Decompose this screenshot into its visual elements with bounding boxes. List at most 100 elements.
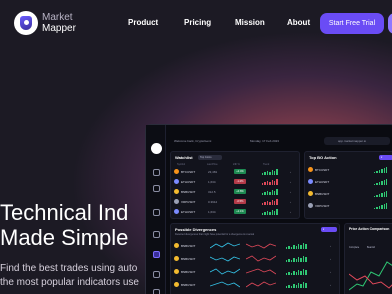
change-badge: +2.4%	[234, 169, 246, 174]
ticker-symbol: BTCUSDT	[315, 168, 330, 172]
divergence-sparkline	[246, 281, 276, 288]
nav-about[interactable]: About	[287, 18, 310, 27]
mini-bar-chart	[374, 167, 388, 173]
last-price: 1,634	[208, 180, 216, 184]
change-badge: +1.1%	[234, 209, 246, 214]
top-bo-row[interactable]: ETHUSDT	[308, 178, 392, 186]
divergence-sparkline	[210, 281, 240, 288]
coin-icon	[174, 179, 179, 184]
col-change-header: 24h %	[233, 163, 240, 166]
coin-icon	[174, 209, 179, 214]
coin-icon	[174, 269, 179, 274]
dashboard-sidebar	[146, 125, 166, 294]
ticker-symbol: ETHUSDT	[315, 180, 330, 184]
divergence-sparkline	[246, 268, 276, 275]
top-bo-action-panel: Top BO Action ▾ BTCUSDT ETHUSDT BNBUSDT XRP…	[304, 151, 392, 219]
coin-icon	[308, 203, 313, 208]
ticker-symbol: BTCUSDT	[181, 170, 196, 174]
row-menu-icon[interactable]: ›	[290, 170, 291, 174]
ticker-symbol: BNBUSDT	[181, 244, 196, 248]
nav-pricing[interactable]: Pricing	[184, 18, 211, 27]
hero-headline-line-2: Made Simple	[0, 225, 129, 250]
mini-bar-chart	[374, 203, 388, 209]
mini-bar-chart	[262, 209, 278, 215]
hero-sub-line-1: Find the best trades using auto	[0, 263, 138, 274]
coin-icon	[174, 256, 179, 261]
watchlist-panel: Watchlist Top Coins Symbol Last Price 24…	[170, 151, 300, 219]
ticker-symbol: ETHUSDT	[181, 180, 196, 184]
coin-icon	[174, 199, 179, 204]
divergence-panel: Possible Divergences Detected divergence…	[170, 223, 340, 294]
ticker-symbol: BNBUSDT	[181, 270, 196, 274]
top-bo-title: Top BO Action	[309, 155, 337, 160]
brand-line-1: Market	[42, 12, 73, 23]
legend-complete: Complete	[349, 246, 360, 249]
coin-icon	[308, 191, 313, 196]
divergence-row[interactable]: BNBUSDT ›	[174, 255, 338, 263]
row-menu-icon[interactable]: ›	[290, 200, 291, 204]
mini-bar-chart	[286, 243, 307, 249]
secondary-nav-button[interactable]	[388, 13, 392, 34]
row-menu-icon[interactable]: ›	[330, 257, 331, 261]
url-text: app.marketmapper.io	[338, 139, 367, 143]
last-price: 312.5	[208, 190, 216, 194]
change-badge: -0.5%	[234, 199, 246, 204]
top-bo-row[interactable]: XRPUSDT	[308, 202, 392, 210]
watchlist-filter-dropdown[interactable]: Top Coins	[198, 155, 222, 160]
coin-icon	[174, 169, 179, 174]
row-menu-icon[interactable]: ›	[290, 210, 291, 214]
divergence-row[interactable]: BNBUSDT ›	[174, 242, 338, 250]
coin-icon	[308, 179, 313, 184]
last-price: 23,481	[208, 170, 218, 174]
mini-bar-chart	[286, 282, 307, 288]
last-price: 1,634	[208, 210, 216, 214]
top-navigation: Market Mapper Product Pricing Mission Ab…	[0, 0, 392, 46]
col-symbol-header: Symbol	[177, 163, 185, 166]
hero-headline-line-1: Technical Ind	[0, 200, 129, 225]
mini-bar-chart	[286, 256, 307, 262]
hero-headline: Technical Ind Made Simple	[0, 200, 128, 250]
divergence-filter-chip[interactable]: ▾	[321, 227, 337, 232]
brand-name[interactable]: Market Mapper	[42, 12, 76, 34]
divergence-sparkline	[246, 243, 276, 249]
divergence-row[interactable]: BNBUSDT ›	[174, 268, 338, 276]
ticker-symbol: ETHUSDT	[181, 210, 196, 214]
watchlist-title: Watchlist	[175, 155, 193, 160]
bell-icon	[153, 271, 160, 278]
indicator-icon	[153, 251, 160, 258]
change-badge: -1.2%	[234, 179, 246, 184]
chart-icon	[153, 185, 160, 192]
dashboard-header: Welcome back, CryptoGemi Monday, 17 Feb …	[168, 137, 392, 147]
row-menu-icon[interactable]: ›	[290, 180, 291, 184]
start-free-trial-button[interactable]: Start Free Trial	[320, 13, 384, 34]
date-text: Monday, 17 Feb 2023	[250, 139, 279, 143]
top-bo-filter-chip[interactable]: ▾	[379, 155, 392, 160]
coin-icon	[174, 243, 179, 248]
watchlist-row[interactable]: ETHUSDT 1,634 -1.2% ›	[174, 178, 298, 186]
market-mapper-logo-icon[interactable]	[14, 11, 38, 35]
top-bo-row[interactable]: BTCUSDT	[308, 166, 392, 174]
col-trend-header: Trend	[263, 163, 270, 166]
price-action-panel: Price Action Comparison Complete Bearish	[344, 223, 392, 294]
watchlist-row[interactable]: ETHUSDT 1,634 +1.1% ›	[174, 208, 298, 216]
nav-product[interactable]: Product	[128, 18, 158, 27]
divergence-subtitle: Detected divergences that might have pot…	[175, 233, 255, 236]
change-badge: +0.8%	[234, 189, 246, 194]
divergence-row[interactable]: BNBUSDT ›	[174, 281, 338, 289]
ticker-symbol: XRPUSDT	[315, 204, 330, 208]
nav-mission[interactable]: Mission	[235, 18, 265, 27]
watchlist-row[interactable]: BTCUSDT 23,481 +2.4% ›	[174, 168, 298, 176]
hero-subheadline: Find the best trades using auto the most…	[0, 262, 139, 290]
mini-bar-chart	[374, 179, 388, 185]
mini-bar-chart	[262, 179, 278, 185]
divergence-sparkline	[210, 256, 240, 262]
watchlist-row[interactable]: BNBUSDT 312.5 +0.8% ›	[174, 188, 298, 196]
divergence-sparkline	[246, 255, 276, 262]
coin-icon	[174, 282, 179, 287]
row-menu-icon[interactable]: ›	[330, 244, 331, 248]
top-bo-row[interactable]: BNBUSDT	[308, 190, 392, 198]
watchlist-row[interactable]: XRPUSDT 0.3912 -0.5% ›	[174, 198, 298, 206]
row-menu-icon[interactable]: ›	[330, 283, 331, 287]
row-menu-icon[interactable]: ›	[330, 270, 331, 274]
row-menu-icon[interactable]: ›	[290, 190, 291, 194]
